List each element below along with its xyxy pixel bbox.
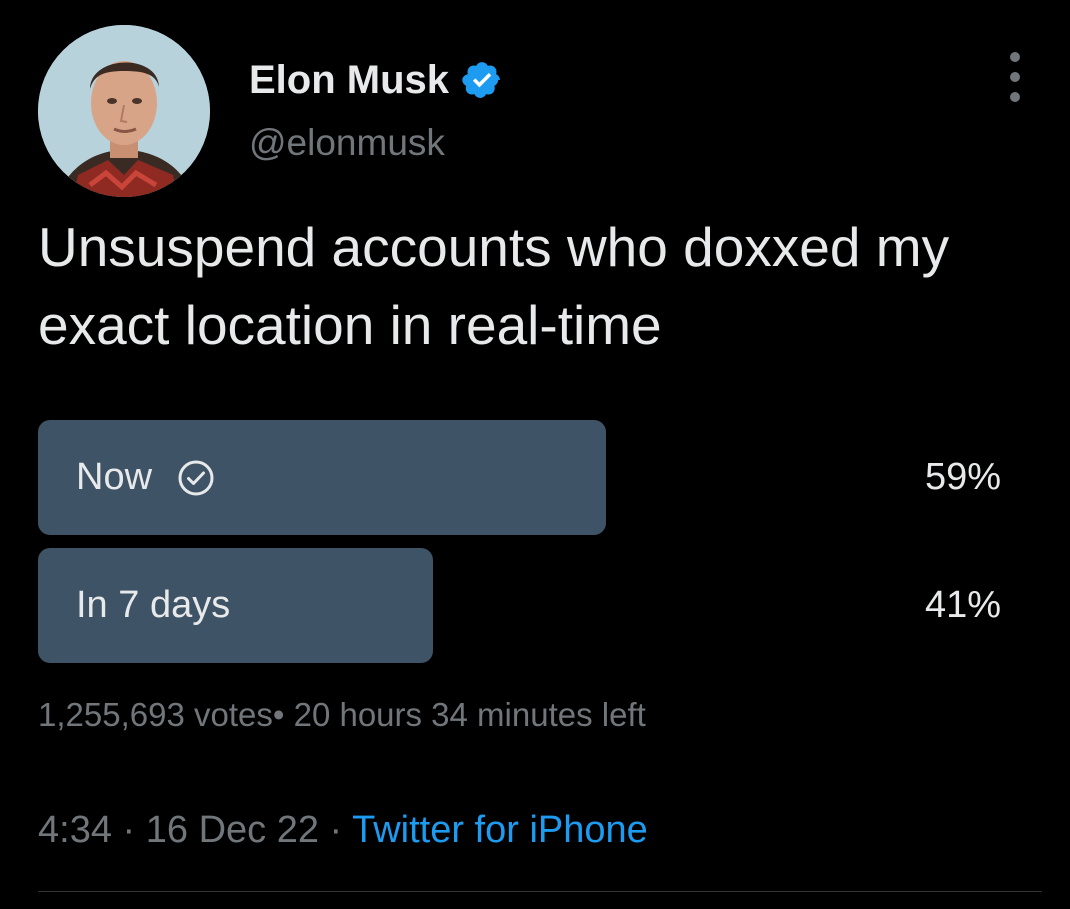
- timestamp-separator: ·: [122, 809, 136, 851]
- tweet-time[interactable]: 4:34: [38, 809, 112, 851]
- more-vertical-icon[interactable]: [1000, 52, 1030, 102]
- tweet-timestamp-row: 4:34 · 16 Dec 22 · Twitter for iPhone: [38, 806, 648, 854]
- poll-option-in-7-days[interactable]: In 7 days 41%: [38, 548, 1001, 663]
- avatar[interactable]: [38, 25, 210, 197]
- poll-votes: 1,255,693 votes: [38, 696, 273, 733]
- check-circle-icon: [176, 458, 216, 498]
- poll-option-label: In 7 days: [76, 584, 231, 626]
- timestamp-separator: ·: [329, 809, 343, 851]
- tweet-source-link[interactable]: Twitter for iPhone: [352, 809, 648, 851]
- divider: [38, 891, 1042, 892]
- poll-option-percent: 41%: [924, 584, 1001, 626]
- poll-time-left: 20 hours 34 minutes left: [293, 696, 646, 733]
- poll-meta: 1,255,693 votes• 20 hours 34 minutes lef…: [38, 694, 646, 736]
- verified-badge-icon: [461, 59, 503, 101]
- author-handle[interactable]: @elonmusk: [249, 120, 445, 166]
- tweet-text: Unsuspend accounts who doxxed my exact l…: [38, 216, 950, 356]
- avatar-image: [38, 25, 210, 197]
- poll-option-label-row: Now: [76, 420, 216, 535]
- tweet-date[interactable]: 16 Dec 22: [146, 809, 319, 851]
- poll-option-now[interactable]: Now 59%: [38, 420, 1001, 535]
- author-name-row[interactable]: Elon Musk: [249, 56, 503, 104]
- poll-option-label-row: In 7 days: [76, 548, 230, 663]
- poll-option-label: Now: [76, 456, 153, 498]
- poll-meta-separator: •: [272, 696, 285, 733]
- poll-option-percent: 59%: [924, 456, 1001, 498]
- author-name[interactable]: Elon Musk: [249, 56, 449, 104]
